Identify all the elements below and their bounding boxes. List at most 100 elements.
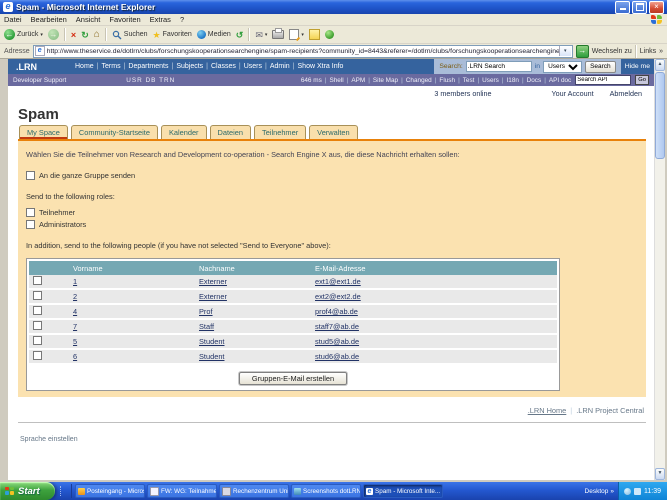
row-link-vorname[interactable]: 6: [73, 352, 77, 361]
dev-link[interactable]: API doc: [549, 77, 571, 84]
dev-link[interactable]: Docs: [527, 77, 542, 84]
nav-link[interactable]: Admin: [270, 63, 290, 70]
row-link-vorname[interactable]: 5: [73, 337, 77, 346]
desktop-chevron-icon[interactable]: »: [610, 488, 614, 495]
dev-link[interactable]: Flush: [439, 77, 455, 84]
role-checkbox-row[interactable]: Administrators: [26, 220, 638, 229]
menu-item[interactable]: ?: [180, 15, 184, 24]
minimize-button[interactable]: [615, 1, 630, 14]
row-link-nachname[interactable]: Externer: [199, 277, 227, 286]
task-button[interactable]: Posteingang - Micros...: [75, 484, 145, 498]
search-api-input[interactable]: [575, 75, 631, 85]
column-header-email[interactable]: E-Mail-Adresse: [311, 261, 557, 275]
refresh-button[interactable]: ↻: [81, 30, 89, 40]
task-button[interactable]: Screenshots dotLRN...: [291, 484, 361, 498]
links-chevron-icon[interactable]: »: [659, 48, 663, 55]
logout-link[interactable]: Abmelden: [610, 89, 642, 98]
row-link-email[interactable]: prof4@ab.de: [315, 307, 358, 316]
print-button[interactable]: [272, 30, 284, 39]
row-link-email[interactable]: stud5@ab.de: [315, 337, 359, 346]
task-button[interactable]: FW: WG: Teilnahme v...: [147, 484, 217, 498]
row-link-nachname[interactable]: Externer: [199, 292, 227, 301]
nav-link[interactable]: Show Xtra Info: [298, 63, 344, 70]
menu-item[interactable]: Favoriten: [109, 15, 140, 24]
dev-link[interactable]: Users: [482, 77, 499, 84]
send-all-checkbox[interactable]: [26, 171, 35, 180]
go-button[interactable]: Wechseln zu: [592, 48, 632, 55]
search-api-go-button[interactable]: Go: [635, 75, 649, 85]
tray-volume-icon[interactable]: [624, 488, 631, 495]
column-header-vorname[interactable]: Vorname: [69, 261, 195, 275]
role-checkbox[interactable]: [26, 220, 35, 229]
tray-network-icon[interactable]: [634, 488, 641, 495]
send-all-checkbox-row[interactable]: An die ganze Gruppe senden: [26, 171, 638, 180]
dev-link[interactable]: Site Map: [373, 77, 398, 84]
nav-link[interactable]: Users: [244, 63, 262, 70]
discuss-button[interactable]: [309, 29, 320, 40]
media-button[interactable]: Medien: [197, 30, 231, 39]
row-link-email[interactable]: ext2@ext2.de: [315, 292, 361, 301]
address-dropdown-icon[interactable]: ▾: [559, 46, 571, 56]
home-button[interactable]: ⌂: [94, 30, 100, 40]
dev-link[interactable]: 646 ms: [301, 77, 322, 84]
scroll-down-icon[interactable]: ▼: [655, 468, 665, 480]
row-link-vorname[interactable]: 4: [73, 307, 77, 316]
links-toolbar[interactable]: Links: [640, 48, 656, 55]
dev-link[interactable]: Test: [463, 77, 475, 84]
tab-community-startseite[interactable]: Community-Startseite: [71, 125, 158, 139]
nav-link[interactable]: Departments: [128, 63, 168, 70]
dev-link[interactable]: I18n: [507, 77, 519, 84]
mail-dropdown-icon[interactable]: ▾: [265, 32, 268, 38]
row-link-vorname[interactable]: 2: [73, 292, 77, 301]
row-link-vorname[interactable]: 7: [73, 322, 77, 331]
row-checkbox[interactable]: [33, 291, 42, 300]
row-checkbox[interactable]: [33, 321, 42, 330]
close-button[interactable]: ×: [649, 1, 664, 14]
role-checkbox-row[interactable]: Teilnehmer: [26, 208, 638, 217]
site-search-button[interactable]: Search: [585, 61, 616, 73]
back-button[interactable]: ← Zurück ▾: [4, 29, 43, 40]
task-button[interactable]: eSpam - Microsoft Inte...: [363, 484, 443, 498]
address-input[interactable]: [47, 48, 559, 55]
language-link[interactable]: Sprache einstellen: [20, 436, 78, 443]
footer-link[interactable]: .LRN Home: [528, 406, 567, 415]
nav-link[interactable]: Subjects: [176, 63, 203, 70]
task-button[interactable]: Rechenzentrum Uni K...: [219, 484, 289, 498]
row-checkbox[interactable]: [33, 336, 42, 345]
menu-item[interactable]: Extras: [150, 15, 171, 24]
site-search-input[interactable]: [466, 61, 532, 72]
nav-link[interactable]: Classes: [211, 63, 236, 70]
tab-dateien[interactable]: Dateien: [210, 125, 251, 139]
mail-button[interactable]: ✉ ▾: [255, 30, 267, 40]
scroll-up-icon[interactable]: ▲: [655, 59, 665, 71]
go-icon[interactable]: →: [576, 45, 589, 58]
quick-launch-handle[interactable]: [60, 486, 64, 496]
forward-button[interactable]: →: [48, 29, 59, 40]
search-button[interactable]: Suchen: [112, 30, 148, 40]
row-link-email[interactable]: stud6@ab.de: [315, 352, 359, 361]
menu-item[interactable]: Datei: [4, 15, 22, 24]
row-link-nachname[interactable]: Student: [199, 352, 224, 361]
tab-kalender[interactable]: Kalender: [161, 125, 207, 139]
nav-link[interactable]: Home: [75, 63, 94, 70]
menu-item[interactable]: Ansicht: [76, 15, 101, 24]
role-checkbox[interactable]: [26, 208, 35, 217]
row-checkbox[interactable]: [33, 276, 42, 285]
messenger-button[interactable]: [325, 30, 334, 39]
edit-button[interactable]: ▾: [289, 29, 304, 40]
lrn-logo[interactable]: .LRN: [16, 62, 37, 72]
row-link-email[interactable]: staff7@ab.de: [315, 322, 359, 331]
row-checkbox[interactable]: [33, 306, 42, 315]
row-link-nachname[interactable]: Staff: [199, 322, 214, 331]
dev-link[interactable]: APM: [351, 77, 365, 84]
search-scope-select[interactable]: Users: [543, 61, 582, 73]
row-link-email[interactable]: ext1@ext1.de: [315, 277, 361, 286]
column-header-nachname[interactable]: Nachname: [195, 261, 311, 275]
scrollbar-thumb[interactable]: [655, 72, 665, 159]
footer-link[interactable]: .LRN Project Central: [576, 406, 644, 415]
row-link-vorname[interactable]: 1: [73, 277, 77, 286]
dev-link[interactable]: Changed: [406, 77, 432, 84]
desktop-toolbar[interactable]: Desktop »: [585, 482, 614, 500]
edit-dropdown-icon[interactable]: ▾: [301, 32, 304, 38]
menu-item[interactable]: Bearbeiten: [31, 15, 67, 24]
